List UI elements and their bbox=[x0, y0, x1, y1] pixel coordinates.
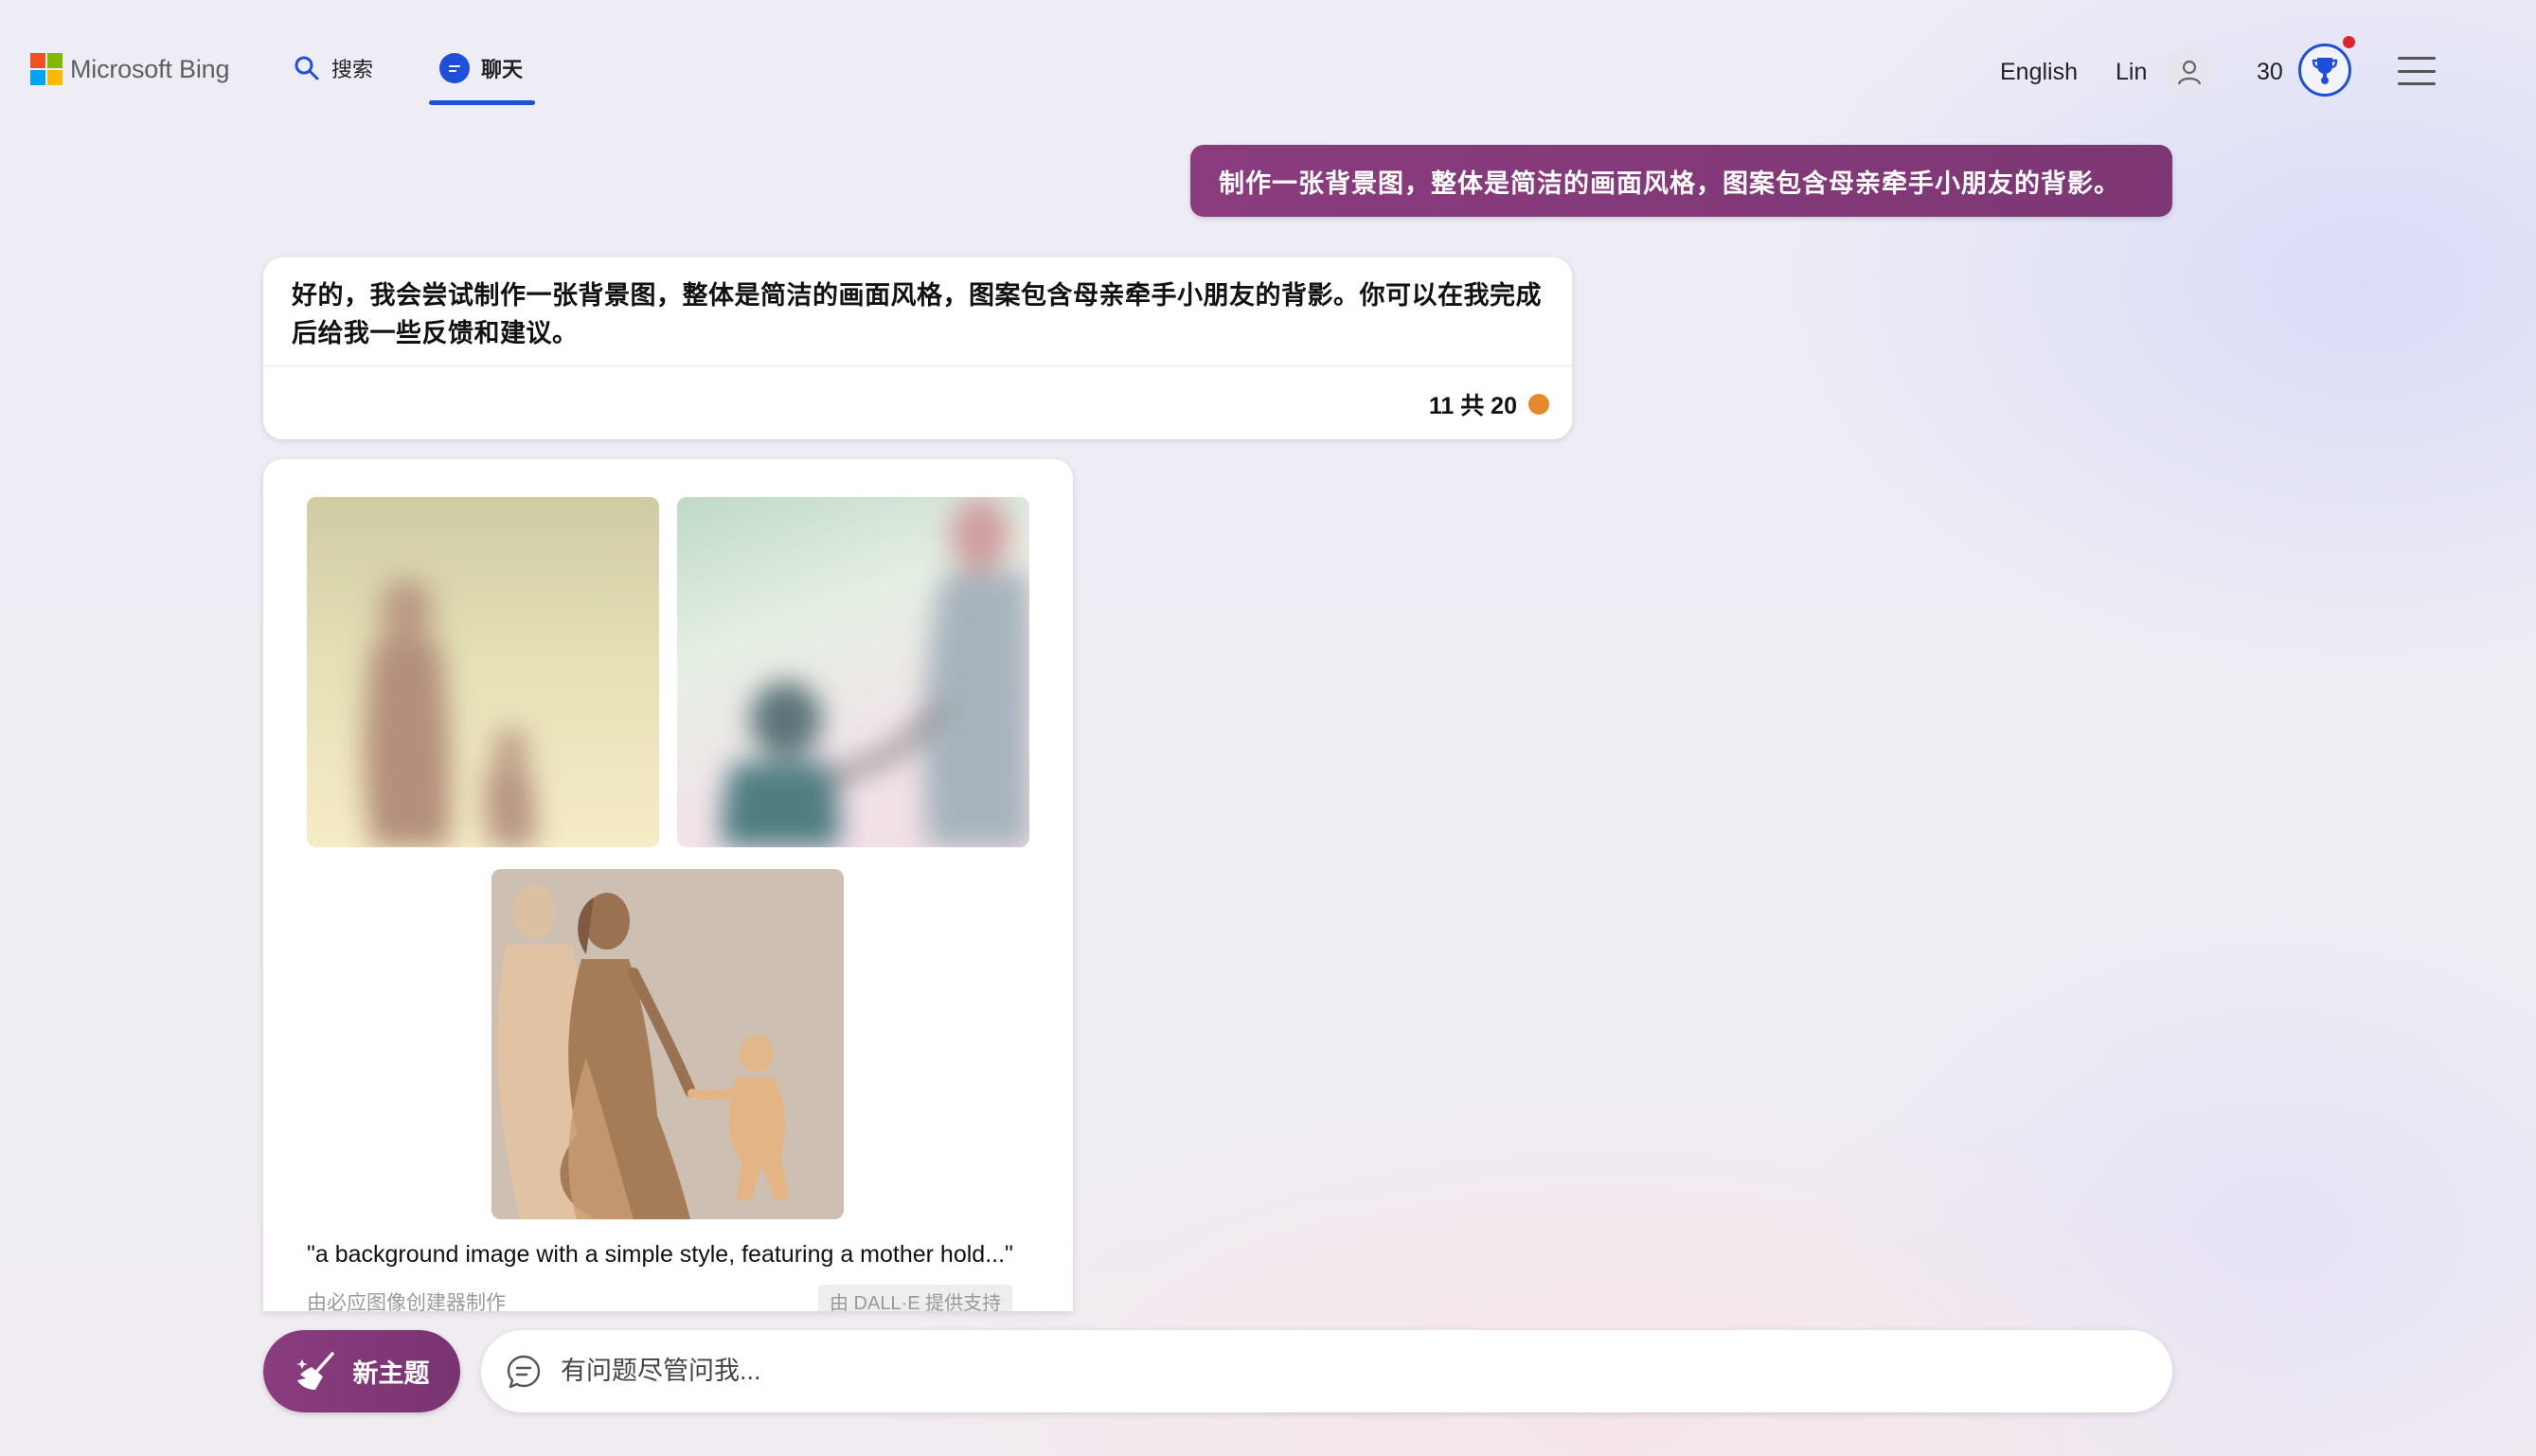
new-topic-label: 新主题 bbox=[352, 1359, 430, 1388]
generated-image-1[interactable] bbox=[307, 497, 659, 847]
notification-dot bbox=[2343, 36, 2355, 48]
generated-image-3[interactable] bbox=[491, 869, 844, 1219]
dalle-credit-badge: 由 DALL·E 提供支持 bbox=[818, 1285, 1013, 1311]
language-switch[interactable]: English bbox=[2000, 59, 2078, 86]
search-icon bbox=[295, 56, 319, 80]
bing-logo[interactable]: Microsoft Bing bbox=[30, 53, 229, 85]
new-topic-button[interactable]: 新主题 bbox=[263, 1330, 460, 1412]
chat-compose-icon bbox=[507, 1355, 541, 1388]
mother-child-illustration-image bbox=[491, 869, 844, 1219]
nav-search[interactable]: 搜索 bbox=[294, 53, 373, 83]
blurred-silhouette-image bbox=[364, 578, 537, 847]
chat-input-bar[interactable] bbox=[481, 1330, 2172, 1412]
image-caption[interactable]: "a background image with a simple style,… bbox=[307, 1241, 1013, 1269]
divider bbox=[263, 365, 1572, 366]
menu-icon[interactable] bbox=[2398, 57, 2436, 85]
bot-reply-text: 好的，我会尝试制作一张背景图，整体是简洁的画面风格，图案包含母亲牵手小朋友的背影… bbox=[292, 281, 1542, 347]
chat-input[interactable] bbox=[561, 1357, 2076, 1386]
avatar[interactable] bbox=[2163, 45, 2216, 98]
turn-counter: 11 共 20 bbox=[1429, 387, 1549, 421]
rewards-points[interactable]: 30 bbox=[2257, 59, 2283, 86]
logo-text: Microsoft Bing bbox=[70, 54, 230, 83]
user-icon bbox=[2177, 60, 2202, 85]
top-header: Microsoft Bing 搜索 聊天 English Lin 30 bbox=[0, 0, 2536, 142]
generated-image-2[interactable] bbox=[677, 497, 1029, 847]
nav-chat-label: 聊天 bbox=[481, 58, 524, 81]
active-tab-indicator bbox=[429, 100, 535, 105]
nav-search-label: 搜索 bbox=[331, 58, 374, 81]
image-result-card: "a background image with a simple style,… bbox=[263, 459, 1073, 1311]
turn-counter-text: 11 共 20 bbox=[1428, 393, 1517, 419]
chat-icon bbox=[439, 53, 470, 83]
trophy-icon bbox=[2312, 58, 2338, 84]
status-dot-icon bbox=[1528, 394, 1549, 415]
blurred-silhouette-image bbox=[722, 497, 1029, 847]
image-creator-credit[interactable]: 由必应图像创建器制作 bbox=[307, 1287, 506, 1311]
user-name[interactable]: Lin bbox=[2116, 59, 2147, 86]
user-message-bubble: 制作一张背景图，整体是简洁的画面风格，图案包含母亲牵手小朋友的背影。 bbox=[1190, 145, 2172, 217]
bot-reply-card: 好的，我会尝试制作一张背景图，整体是简洁的画面风格，图案包含母亲牵手小朋友的背影… bbox=[263, 257, 1572, 439]
broom-icon bbox=[295, 1351, 334, 1390]
microsoft-logo-icon bbox=[30, 53, 63, 85]
rewards-button[interactable] bbox=[2298, 44, 2351, 97]
nav-chat[interactable]: 聊天 bbox=[439, 53, 523, 83]
